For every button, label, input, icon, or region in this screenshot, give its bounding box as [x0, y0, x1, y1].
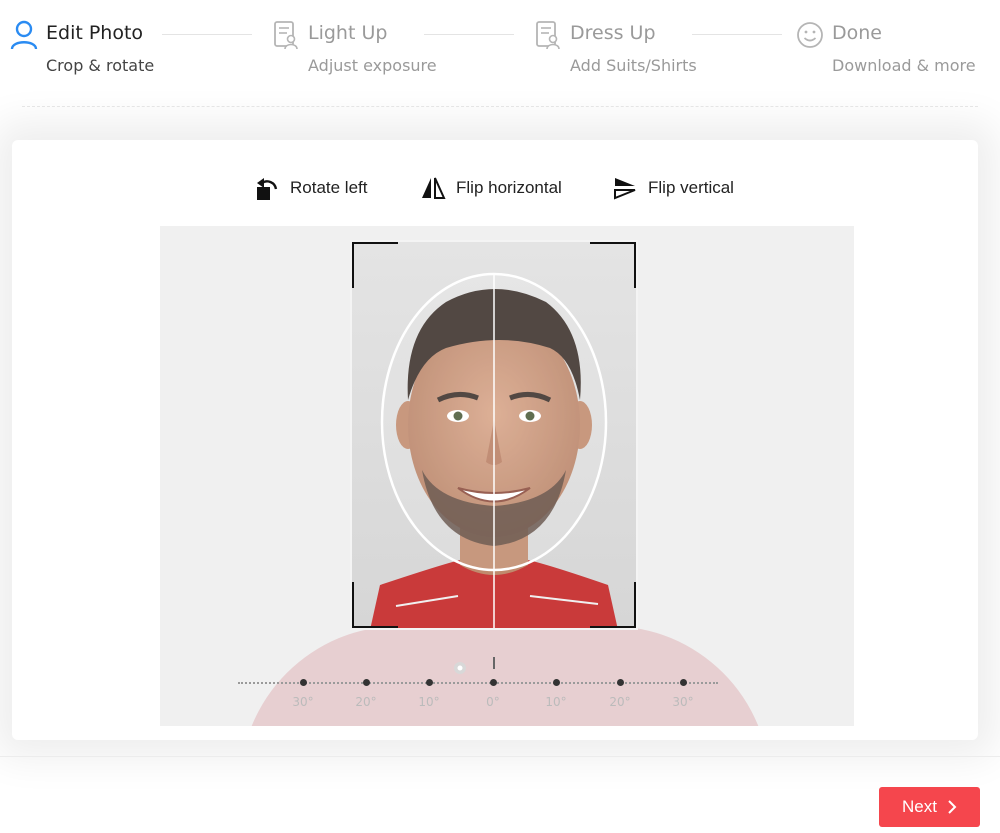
step-subtitle: Download & more: [832, 56, 976, 75]
smiley-icon: [797, 22, 823, 48]
ruler-tick: [490, 679, 497, 686]
flip-horizontal-label: Flip horizontal: [456, 178, 562, 197]
ruler-label: 10°: [545, 695, 567, 709]
ruler-label: 0°: [486, 695, 500, 709]
ruler-label: 30°: [672, 695, 694, 709]
rotation-indicator: [493, 657, 495, 669]
step-title: Edit Photo: [46, 22, 144, 44]
ruler-label: 10°: [418, 695, 440, 709]
ruler-tick: [553, 679, 560, 686]
ruler-label: 20°: [609, 695, 631, 709]
header-divider: [22, 106, 978, 107]
rotate-left-label: Rotate left: [290, 178, 368, 197]
ruler-tick: [617, 679, 624, 686]
footer-divider: [0, 756, 1000, 757]
step-subtitle: Add Suits/Shirts: [570, 56, 697, 75]
rotate-left-icon: [257, 178, 278, 200]
next-label: Next: [902, 797, 937, 816]
user-icon: [10, 20, 38, 50]
ruler-tick: [363, 679, 370, 686]
crop-frame: [350, 240, 638, 630]
ruler-label: 30°: [292, 695, 314, 709]
step-title: Done: [832, 22, 882, 44]
step-title: Dress Up: [570, 22, 656, 44]
step-connector: [692, 34, 782, 35]
flip-vertical-icon: [614, 178, 636, 200]
steps-header: Edit Photo Crop & rotate Light Up Adjust…: [0, 0, 1000, 110]
document-person-icon: [536, 21, 560, 50]
flip-horizontal-icon: [422, 177, 446, 199]
next-button[interactable]: Next: [879, 787, 980, 827]
step-title: Light Up: [308, 22, 388, 44]
rotate-left-button[interactable]: Rotate left: [254, 172, 368, 204]
flip-horizontal-button[interactable]: Flip horizontal: [420, 172, 562, 204]
rotation-ruler[interactable]: 30° 20° 10° 0° 10° 20° 30°: [230, 655, 750, 715]
flip-vertical-label: Flip vertical: [648, 178, 734, 197]
step-subtitle: Crop & rotate: [46, 56, 155, 75]
step-subtitle: Adjust exposure: [308, 56, 437, 75]
chevron-right-icon: [948, 800, 957, 814]
flip-vertical-button[interactable]: Flip vertical: [612, 172, 734, 204]
document-person-icon: [274, 21, 298, 50]
reset-rotation-icon[interactable]: [453, 661, 467, 675]
step-connector: [424, 34, 514, 35]
ruler-label: 20°: [355, 695, 377, 709]
ruler-track: [238, 682, 718, 684]
ruler-tick: [300, 679, 307, 686]
step-connector: [162, 34, 252, 35]
ruler-tick: [680, 679, 687, 686]
ruler-tick: [426, 679, 433, 686]
